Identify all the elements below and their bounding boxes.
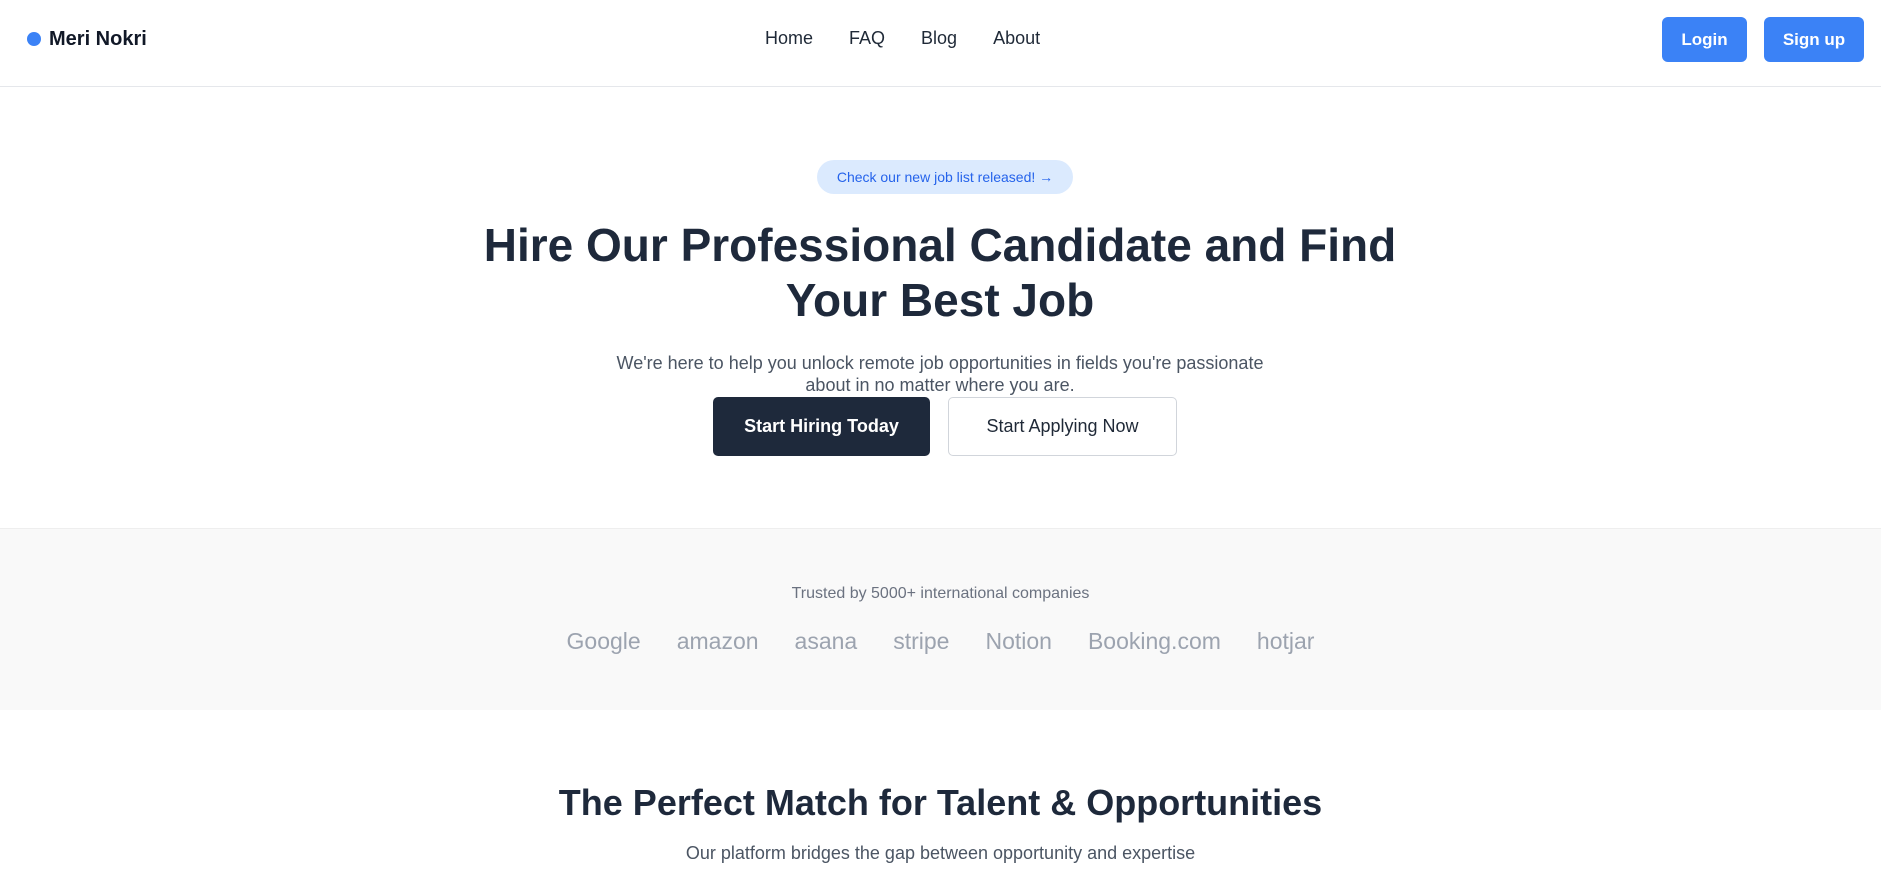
match-subtitle: Our platform bridges the gap between opp… [685,843,1196,863]
company-logos: Google amazon asana stripe Notion Bookin… [0,628,1881,655]
login-button[interactable]: Login [1662,17,1747,62]
perfect-match-section: The Perfect Match for Talent & Opportuni… [0,710,1881,876]
hero-title-line-2: Your Best Job [785,274,1095,326]
site-header: Meri Nokri Home FAQ Blog About Login Sig… [0,0,1881,87]
logo-amazon: amazon [676,628,759,654]
trusted-companies-section: Trusted by 5000+ international companies… [0,528,1881,710]
nav-blog[interactable]: Blog [921,28,957,49]
hero-title: Hire Our Professional Candidate and Find… [440,218,1440,328]
logo-google: Google [566,628,641,654]
announcement-badge[interactable]: Check our new job list released! → [817,160,1073,194]
hero-subtitle: We're here to help you unlock remote job… [590,352,1290,396]
hero-subtitle-line-1: We're here to help you unlock remote job… [616,353,1264,373]
logo-hotjar: hotjar [1256,628,1315,654]
logo-notion: Notion [985,628,1052,654]
start-hiring-button[interactable]: Start Hiring Today [713,397,930,456]
main-nav: Home FAQ Blog About [765,28,1040,49]
brand-dot-icon [27,32,41,46]
nav-about[interactable]: About [993,28,1040,49]
signup-button[interactable]: Sign up [1764,17,1864,62]
nav-home[interactable]: Home [765,28,813,49]
logo-stripe: stripe [893,628,950,654]
auth-buttons: Login Sign up [1662,17,1864,62]
match-title: The Perfect Match for Talent & Opportuni… [558,782,1323,823]
nav-faq[interactable]: FAQ [849,28,885,49]
trusted-label: Trusted by 5000+ international companies [791,585,1090,602]
brand[interactable]: Meri Nokri [27,26,147,52]
hero-cta-group: Start Hiring Today Start Applying Now [713,397,1177,456]
hero-subtitle-line-2: about in no matter where you are. [805,375,1075,395]
logo-booking: Booking.com [1087,628,1221,654]
hero-section: Check our new job list released! → Hire … [0,88,1881,528]
hero-title-line-1: Hire Our Professional Candidate and Find [483,219,1397,271]
start-applying-button[interactable]: Start Applying Now [948,397,1177,456]
brand-name: Meri Nokri [49,27,147,50]
logo-asana: asana [794,628,858,654]
